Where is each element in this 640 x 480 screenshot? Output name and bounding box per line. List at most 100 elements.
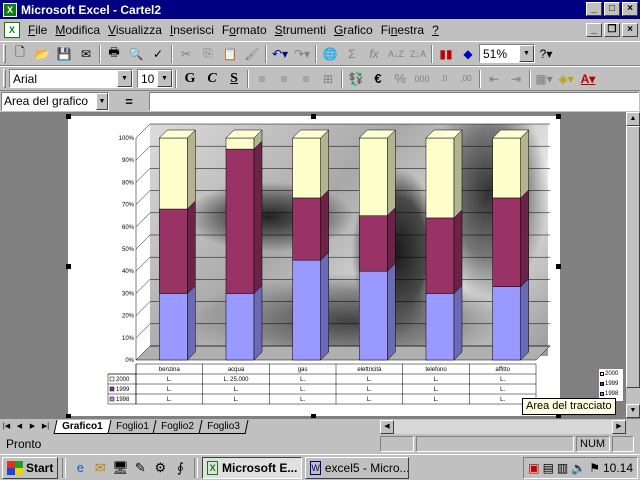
desktop-icon[interactable]: 🖥 bbox=[110, 458, 130, 478]
vertical-scrollbar[interactable]: ▲ ▼ bbox=[626, 112, 640, 418]
help-icon[interactable]: ?▾ bbox=[535, 43, 557, 64]
menu-item-modifica[interactable]: Modifica bbox=[51, 23, 104, 37]
currency-style-icon[interactable]: 💱 bbox=[345, 68, 367, 89]
bar-side[interactable] bbox=[253, 140, 263, 295]
align-right-icon[interactable]: ≡ bbox=[295, 68, 317, 89]
menu-item-grafico[interactable]: Grafico bbox=[330, 23, 377, 37]
outdent-icon[interactable]: ⇥ bbox=[505, 68, 527, 89]
task-excel[interactable]: X Microsoft E... bbox=[202, 456, 303, 479]
bar-segment[interactable] bbox=[492, 137, 521, 199]
doc-close-button[interactable]: × bbox=[622, 23, 638, 37]
toolbar-grip[interactable] bbox=[3, 69, 6, 88]
font-color-icon[interactable]: A▾ bbox=[577, 68, 599, 89]
chart-area[interactable]: 0% 10% 20% 30% 40% 50% 60% 70% 80% 90% 100% benzina… bbox=[68, 116, 624, 416]
last-sheet-icon[interactable]: ▶| bbox=[39, 420, 52, 433]
paste-icon[interactable]: 📋 bbox=[219, 43, 241, 64]
sort-ascending-icon[interactable]: A↓Z bbox=[385, 43, 407, 64]
hyperlink-icon[interactable]: 🌐 bbox=[319, 43, 341, 64]
outlook-express-icon[interactable]: ✉ bbox=[90, 458, 110, 478]
bar-segment[interactable] bbox=[292, 137, 321, 199]
function-icon[interactable]: fx bbox=[363, 43, 385, 64]
chevron-down-icon[interactable]: ▼ bbox=[519, 45, 534, 62]
merge-center-icon[interactable]: ⊞ bbox=[317, 68, 339, 89]
menu-item-inserisci[interactable]: Inserisci bbox=[166, 23, 218, 37]
bar-segment[interactable] bbox=[492, 197, 521, 287]
percent-button[interactable]: % bbox=[389, 68, 411, 89]
comma-style-icon[interactable]: 000 bbox=[411, 68, 433, 89]
bar-side[interactable] bbox=[320, 251, 329, 361]
new-icon[interactable]: 🗋 bbox=[9, 43, 31, 64]
bar-segment[interactable] bbox=[425, 217, 455, 294]
menu-item-file[interactable]: File bbox=[24, 23, 51, 37]
euro-button[interactable]: € bbox=[367, 68, 389, 89]
autosum-icon[interactable]: Σ bbox=[341, 43, 363, 64]
undo-icon[interactable]: ↶▾ bbox=[269, 43, 291, 64]
stacked-bar-chart[interactable]: 0% 10% 20% 30% 40% 50% 60% 70% 80% 90% 100% benzina… bbox=[68, 116, 560, 416]
sheet-tab-grafico1[interactable]: Grafico1 bbox=[53, 419, 112, 434]
bar-side[interactable] bbox=[453, 209, 463, 295]
bar-segment[interactable] bbox=[425, 293, 455, 361]
language-icon[interactable]: ⚑ bbox=[589, 461, 600, 475]
bar-segment[interactable] bbox=[159, 293, 188, 361]
network-icon[interactable]: ▣ bbox=[528, 461, 539, 475]
menu-item-visualizza[interactable]: Visualizza bbox=[104, 23, 166, 37]
increase-decimal-icon[interactable]: ,0 bbox=[433, 68, 455, 89]
zoom-select[interactable]: 51% ▼ bbox=[479, 44, 535, 63]
chart-wizard-icon[interactable]: ▮▮ bbox=[435, 43, 457, 64]
prev-sheet-icon[interactable]: ◀ bbox=[13, 420, 26, 433]
menu-item-help[interactable]: ? bbox=[428, 23, 443, 37]
bar-segment[interactable] bbox=[159, 208, 188, 294]
sheet-tab-foglio1[interactable]: Foglio1 bbox=[107, 419, 157, 434]
minimize-button[interactable]: _ bbox=[586, 2, 602, 16]
bold-button[interactable]: G bbox=[179, 68, 201, 89]
bar-segment[interactable] bbox=[159, 137, 188, 210]
bar-segment[interactable] bbox=[292, 259, 321, 361]
next-sheet-icon[interactable]: ▶ bbox=[26, 420, 39, 433]
bar-segment[interactable] bbox=[359, 137, 388, 216]
legend-item[interactable]: 2000 bbox=[599, 369, 623, 379]
spelling-icon[interactable]: ✓ bbox=[147, 43, 169, 64]
fill-color-icon[interactable]: ◈▾ bbox=[555, 68, 577, 89]
start-button[interactable]: Start bbox=[2, 456, 59, 479]
font-size-select[interactable]: 10 ▼ bbox=[137, 69, 173, 88]
bar-side[interactable] bbox=[187, 200, 196, 295]
cut-icon[interactable]: ✂ bbox=[175, 43, 197, 64]
selection-handle[interactable] bbox=[556, 264, 561, 269]
bar-side[interactable] bbox=[520, 189, 529, 288]
selection-handle[interactable] bbox=[66, 114, 71, 119]
media-icon[interactable]: ⚙ bbox=[150, 458, 170, 478]
legend[interactable]: 2000 1999 1998 bbox=[598, 368, 624, 402]
menu-item-strumenti[interactable]: Strumenti bbox=[271, 23, 330, 37]
bar-segment[interactable] bbox=[225, 137, 255, 150]
chevron-down-icon[interactable]: ▼ bbox=[157, 70, 172, 87]
quick-launch-icon[interactable]: ∮ bbox=[170, 458, 190, 478]
decrease-decimal-icon[interactable]: ,00 bbox=[455, 68, 477, 89]
selection-handle[interactable] bbox=[556, 114, 561, 119]
format-painter-icon[interactable]: 🖌 bbox=[241, 43, 263, 64]
bar-segment[interactable] bbox=[225, 148, 255, 294]
bar-segment[interactable] bbox=[292, 197, 321, 261]
scroll-down-icon[interactable]: ▼ bbox=[626, 404, 640, 418]
bar-side[interactable] bbox=[453, 284, 463, 361]
bar-side[interactable] bbox=[387, 207, 396, 272]
chevron-down-icon[interactable]: ▼ bbox=[117, 70, 132, 87]
copy-icon[interactable]: ⎘ bbox=[197, 43, 219, 64]
bar-side[interactable] bbox=[253, 284, 263, 361]
close-button[interactable]: × bbox=[622, 2, 638, 16]
print-preview-icon[interactable]: 🔍 bbox=[125, 43, 147, 64]
borders-icon[interactable]: ▦▾ bbox=[533, 68, 555, 89]
vertical-scroll-thumb[interactable] bbox=[626, 126, 640, 388]
align-center-icon[interactable]: ≡ bbox=[273, 68, 295, 89]
name-box[interactable]: Area del grafico ▼ bbox=[1, 92, 109, 111]
chevron-down-icon[interactable]: ▼ bbox=[96, 93, 108, 110]
selection-handle[interactable] bbox=[311, 114, 316, 119]
redo-icon[interactable]: ↷▾ bbox=[291, 43, 313, 64]
save-icon[interactable]: 💾 bbox=[53, 43, 75, 64]
bar-side[interactable] bbox=[320, 189, 329, 261]
scroll-left-icon[interactable]: ◀ bbox=[380, 420, 394, 434]
bar-side[interactable] bbox=[387, 129, 396, 217]
indent-icon[interactable]: ⇤ bbox=[483, 68, 505, 89]
open-icon[interactable]: 📂 bbox=[31, 43, 53, 64]
bar-side[interactable] bbox=[520, 278, 529, 361]
workbook-icon[interactable]: X bbox=[4, 22, 20, 38]
